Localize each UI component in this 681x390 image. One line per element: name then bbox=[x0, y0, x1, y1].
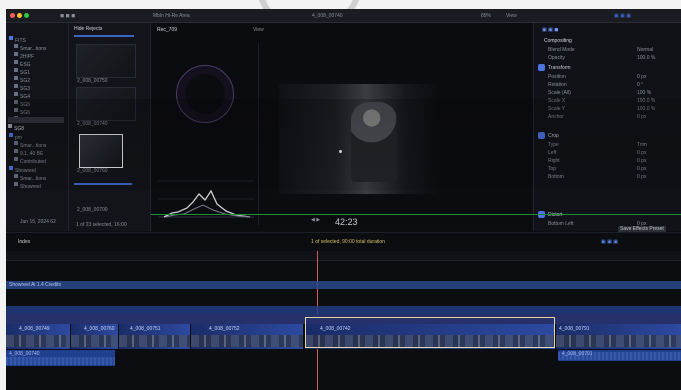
browser-range-bar bbox=[74, 183, 132, 185]
browser-clip-thumbnail[interactable] bbox=[76, 44, 136, 78]
browser-clip-name: 2_008_00700 bbox=[77, 207, 108, 213]
inspector-panel: ▣ ▣ ◼ Compositing Blend Mode Normal Opac… bbox=[534, 23, 681, 232]
audio-clip-label: 4_008_00740 bbox=[9, 351, 40, 357]
inspector-value[interactable]: Normal bbox=[637, 47, 653, 53]
inspector-value[interactable]: 100.0 % bbox=[637, 55, 655, 61]
viewer-video-frame[interactable] bbox=[279, 84, 437, 194]
browser-panel: Hide Rejects 2_008_00750 2_008_00740 2_0… bbox=[69, 23, 151, 231]
inspector-label: Rotation bbox=[548, 82, 567, 88]
transform-checkbox[interactable] bbox=[538, 64, 545, 71]
inspector-label: Scale X bbox=[548, 98, 566, 104]
viewer-play-controls[interactable]: ◀ ▶ bbox=[311, 217, 320, 223]
library-icon bbox=[9, 35, 13, 40]
hide-rejects-filter[interactable]: Hide Rejects bbox=[74, 26, 102, 32]
inspector-value[interactable]: 0 px bbox=[637, 150, 646, 156]
browser-clip-name: 2_008_00740 bbox=[77, 121, 108, 127]
inspector-header: Compositing bbox=[544, 38, 572, 44]
inspector-label: Scale Y bbox=[548, 106, 566, 112]
timeline-clip-label: 4_008_00752 bbox=[209, 326, 240, 332]
inspector-label: Scale (All) bbox=[548, 90, 571, 96]
viewer-view-menu[interactable]: View bbox=[253, 27, 264, 33]
zoom-window-icon[interactable] bbox=[24, 13, 29, 18]
timeline-index-button[interactable]: Index bbox=[18, 239, 30, 245]
close-window-icon[interactable] bbox=[10, 13, 15, 18]
timeline-clip[interactable] bbox=[191, 324, 304, 349]
timeline-view-controls[interactable]: ▣ ▣ ▣ bbox=[601, 239, 618, 245]
browser-clip-name: 2_008_00760 bbox=[77, 168, 108, 174]
inspector-value[interactable]: 0 px bbox=[637, 166, 646, 172]
inspector-value[interactable]: 100 % bbox=[637, 90, 651, 96]
browser-clip-thumbnail[interactable] bbox=[76, 87, 136, 121]
browser-clip-name: 2_008_00750 bbox=[77, 78, 108, 84]
inspector-label: Bottom bbox=[548, 174, 564, 180]
inspector-section-title: Distort bbox=[548, 212, 563, 218]
toolbar-controls[interactable]: ◼ ◼ ◼ bbox=[60, 13, 75, 19]
inspector-label: Opacity bbox=[548, 55, 565, 61]
timeline-selection-info: 1 of selected, 90:00 total duration bbox=[311, 239, 385, 245]
reflection-highlight bbox=[339, 150, 342, 153]
date-item: Jun 15, 2024 62 bbox=[20, 219, 56, 225]
library-icon bbox=[9, 132, 13, 137]
timeline-ruler[interactable] bbox=[6, 251, 681, 261]
editor-window: ◼ ◼ ◼ Mbln Hi-Re Area 4_008_00740 89% Vi… bbox=[6, 9, 681, 390]
inspector-value[interactable]: 0 px bbox=[637, 74, 646, 80]
inspector-label: Left bbox=[548, 150, 557, 156]
inspector-value[interactable]: 0 px bbox=[637, 158, 646, 164]
inspector-label: Position bbox=[548, 74, 566, 80]
browser-filter-bar bbox=[74, 35, 134, 37]
storyline-label: Showreel Ai 1.4 Credits bbox=[9, 282, 61, 288]
viewer-timecode[interactable]: 42:23 bbox=[335, 217, 358, 227]
library-item[interactable]: Showreel bbox=[20, 184, 41, 190]
workspace-icons[interactable]: ▣ ▣ ▣ bbox=[614, 13, 631, 19]
timeline-panel: Index 1 of selected, 90:00 total duratio… bbox=[6, 232, 681, 390]
zoom-value[interactable]: 89% bbox=[481, 13, 491, 19]
inspector-value[interactable]: 0 ° bbox=[637, 82, 643, 88]
timeline-clip-label: 4_008_00751 bbox=[130, 326, 161, 332]
selection-outline bbox=[305, 317, 555, 348]
inspector-section-title: Transform bbox=[548, 65, 571, 71]
library-icon bbox=[9, 165, 13, 170]
minimize-window-icon[interactable] bbox=[17, 13, 22, 18]
selected-browser-clip[interactable] bbox=[79, 134, 123, 168]
scope-format-label: Rec_709 bbox=[157, 27, 178, 33]
screenshot-frame: ◼ ◼ ◼ Mbln Hi-Re Area 4_008_00740 89% Vi… bbox=[0, 0, 681, 390]
waveform-scope bbox=[158, 180, 254, 218]
libraries-sidebar: FITS Smar...tions 2HIPF ESG SG1 SG2 SG3 … bbox=[6, 23, 69, 231]
secondary-track[interactable] bbox=[6, 306, 681, 314]
folder-icon bbox=[14, 181, 18, 186]
top-title: Mbln Hi-Re Area bbox=[153, 13, 190, 19]
browser-status: 1 of 23 selected, 16:00 bbox=[76, 222, 127, 228]
viewer-clip-name: 4_008_00740 bbox=[312, 13, 343, 19]
inspector-value[interactable]: 0 px bbox=[637, 174, 646, 180]
crop-checkbox[interactable] bbox=[538, 132, 545, 139]
inspector-value[interactable]: 0 px bbox=[637, 114, 646, 120]
inspector-value[interactable]: 100.0 % bbox=[637, 98, 655, 104]
inspector-tab-icons[interactable]: ▣ ▣ ◼ bbox=[542, 27, 558, 33]
person-image bbox=[351, 102, 397, 182]
vectorscope bbox=[176, 65, 234, 123]
inspector-label: Blend Mode bbox=[548, 47, 575, 53]
timeline-clip-label: 4_008_00760 bbox=[84, 326, 115, 332]
inspector-label: Top bbox=[548, 166, 557, 172]
timeline-clip-label: 4_008_00749 bbox=[19, 326, 50, 332]
audio-clip-label: 4_008_00791 bbox=[562, 351, 593, 357]
inspector-label: Right bbox=[548, 158, 560, 164]
inspector-label: Bottom Left bbox=[548, 221, 574, 227]
viewer-panel: Rec_709 View ◀ ▶ 42:23 bbox=[151, 23, 534, 231]
inspector-label: Anchor bbox=[548, 114, 564, 120]
video-scopes bbox=[156, 43, 259, 225]
toolbar: ◼ ◼ ◼ Mbln Hi-Re Area 4_008_00740 89% Vi… bbox=[6, 9, 681, 23]
inspector-label: Type bbox=[548, 142, 559, 148]
panel-divider-green bbox=[151, 214, 681, 215]
inspector-value[interactable]: Trim bbox=[637, 142, 647, 148]
view-menu[interactable]: View bbox=[506, 13, 517, 19]
inspector-value[interactable]: 100.0 % bbox=[637, 106, 655, 112]
inspector-section-title: Crop bbox=[548, 133, 559, 139]
timeline-clip-label: 4_008_00791 bbox=[559, 326, 590, 332]
connected-title-track[interactable] bbox=[6, 281, 681, 289]
